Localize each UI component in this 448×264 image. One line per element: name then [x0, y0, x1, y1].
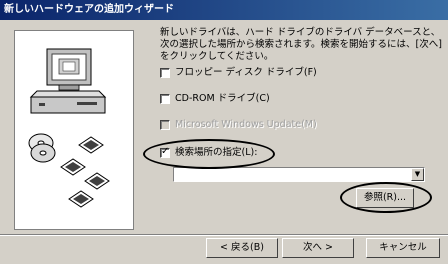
window-title: 新しいハードウェアの追加ウィザード	[4, 4, 174, 15]
floppy-option[interactable]: フロッピー ディスク ドライブ(F)	[160, 66, 317, 80]
dropdown-arrow-icon[interactable]: ▼	[411, 168, 424, 181]
title-bar[interactable]: 新しいハードウェアの追加ウィザード	[0, 0, 448, 20]
cancel-button[interactable]: キャンセル	[366, 238, 440, 258]
wizard-window: 新しいハードウェアの追加ウィザード 新しいドライバは、ハード ドライブのドライバ…	[0, 0, 448, 264]
separator	[0, 234, 448, 236]
windows-update-checkbox	[160, 120, 170, 130]
floppy-label: フロッピー ディスク ドライブ(F)	[175, 67, 317, 78]
cdrom-label: CD-ROM ドライブ(C)	[175, 93, 270, 104]
specify-location-label: 検索場所の指定(L):	[175, 147, 258, 158]
specify-location-checkbox[interactable]: ✓	[160, 146, 170, 158]
computer-and-discs-illustration	[28, 48, 110, 208]
windows-update-option: Microsoft Windows Update(M)	[160, 118, 317, 132]
check-icon: ✓	[161, 146, 170, 157]
wizard-illustration	[14, 30, 134, 230]
location-combobox[interactable]: ▼	[173, 167, 425, 182]
cdrom-checkbox[interactable]	[160, 94, 170, 104]
specify-location-option[interactable]: ✓ 検索場所の指定(L):	[160, 146, 257, 160]
next-button[interactable]: 次へ >	[282, 238, 354, 258]
windows-update-label: Microsoft Windows Update(M)	[175, 119, 317, 130]
cdrom-option[interactable]: CD-ROM ドライブ(C)	[160, 92, 270, 106]
back-button[interactable]: < 戻る(B)	[206, 238, 278, 258]
instruction-text: 新しいドライバは、ハード ドライブのドライバ データベースと、次の選択した場所か…	[160, 27, 442, 62]
floppy-checkbox[interactable]	[160, 68, 170, 78]
browse-button[interactable]: 参照(R)...	[356, 188, 414, 208]
